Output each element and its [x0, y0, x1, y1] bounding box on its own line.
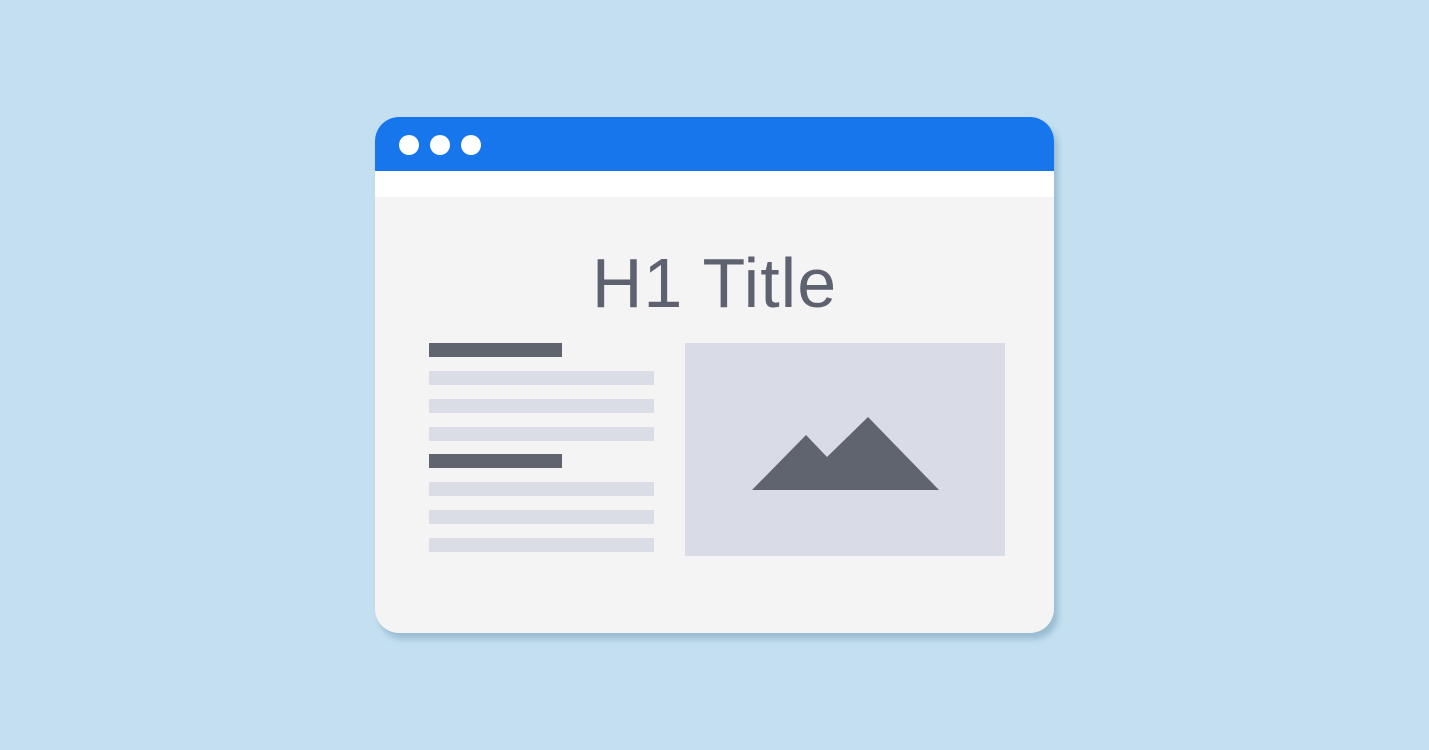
window-dot-icon	[461, 135, 481, 155]
image-placeholder	[685, 343, 1005, 556]
browser-titlebar	[375, 117, 1054, 171]
illustration-canvas: H1 Title	[0, 0, 1429, 750]
browser-window: H1 Title	[375, 117, 1054, 633]
window-dot-icon	[430, 135, 450, 155]
text-line-placeholder	[429, 482, 654, 496]
heading-placeholder	[429, 454, 562, 468]
heading-placeholder	[429, 343, 562, 357]
mountain-image-icon	[752, 417, 939, 490]
text-line-placeholder	[429, 427, 654, 441]
address-bar	[375, 171, 1054, 197]
text-line-placeholder	[429, 538, 654, 552]
page-title: H1 Title	[591, 244, 838, 322]
text-line-placeholder	[429, 510, 654, 524]
window-dot-icon	[399, 135, 419, 155]
text-line-placeholder	[429, 399, 654, 413]
text-line-placeholder	[429, 371, 654, 385]
